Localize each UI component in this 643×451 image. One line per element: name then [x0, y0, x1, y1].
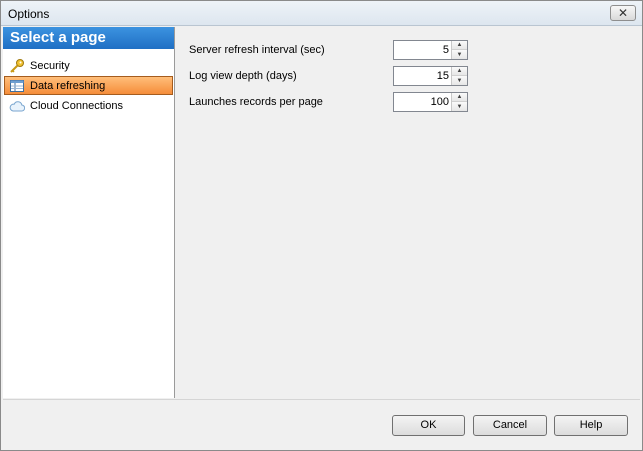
- log-view-depth-spinner[interactable]: 15 ▲ ▼: [393, 66, 468, 86]
- server-refresh-interval-spinner[interactable]: 5 ▲ ▼: [393, 40, 468, 60]
- nav-item-security[interactable]: Security: [4, 56, 173, 75]
- spinner-value: 15: [436, 70, 449, 82]
- key-icon: [10, 59, 24, 73]
- nav-item-label: Security: [30, 60, 70, 72]
- page-list-header: Select a page: [3, 27, 174, 49]
- spin-down-button[interactable]: ▼: [452, 76, 467, 85]
- spin-up-button[interactable]: ▲: [452, 41, 467, 50]
- ok-button[interactable]: OK: [392, 415, 465, 436]
- up-arrow-icon: ▲: [456, 68, 463, 74]
- server-refresh-interval-label: Server refresh interval (sec): [189, 44, 325, 56]
- spin-up-button[interactable]: ▲: [452, 93, 467, 102]
- options-dialog: Options ✕ Select a page Security Data re…: [0, 0, 643, 451]
- table-icon: [10, 80, 24, 92]
- down-arrow-icon: ▼: [456, 51, 463, 58]
- spin-up-button[interactable]: ▲: [452, 67, 467, 76]
- help-button[interactable]: Help: [554, 415, 628, 436]
- down-arrow-icon: ▼: [456, 77, 463, 84]
- nav-item-label: Data refreshing: [30, 80, 106, 92]
- up-arrow-icon: ▲: [456, 42, 463, 48]
- launches-records-per-page-spinner[interactable]: 100 ▲ ▼: [393, 92, 468, 112]
- launches-records-per-page-label: Launches records per page: [189, 96, 323, 108]
- cancel-button[interactable]: Cancel: [473, 415, 547, 436]
- spinner-buttons: ▲ ▼: [451, 41, 467, 59]
- close-icon: ✕: [617, 6, 629, 20]
- footer-separator: [3, 399, 640, 400]
- page-list-panel: Select a page Security Data refreshing C…: [3, 27, 175, 398]
- spinner-buttons: ▲ ▼: [451, 93, 467, 111]
- log-view-depth-label: Log view depth (days): [189, 70, 297, 82]
- window-title: Options: [8, 7, 50, 21]
- cloud-icon: [9, 101, 25, 112]
- spinner-value: 5: [442, 44, 449, 56]
- spinner-value: 100: [430, 96, 449, 108]
- up-arrow-icon: ▲: [456, 94, 463, 100]
- spin-down-button[interactable]: ▼: [452, 50, 467, 59]
- close-button[interactable]: ✕: [610, 5, 636, 21]
- nav-item-cloud-connections[interactable]: Cloud Connections: [4, 96, 173, 115]
- nav-item-label: Cloud Connections: [30, 100, 123, 112]
- spinner-buttons: ▲ ▼: [451, 67, 467, 85]
- settings-panel: Server refresh interval (sec) 5 ▲ ▼ Log …: [175, 27, 641, 398]
- nav-item-data-refreshing[interactable]: Data refreshing: [4, 76, 173, 95]
- spin-down-button[interactable]: ▼: [452, 102, 467, 111]
- down-arrow-icon: ▼: [456, 103, 463, 110]
- title-bar: Options ✕: [1, 1, 642, 26]
